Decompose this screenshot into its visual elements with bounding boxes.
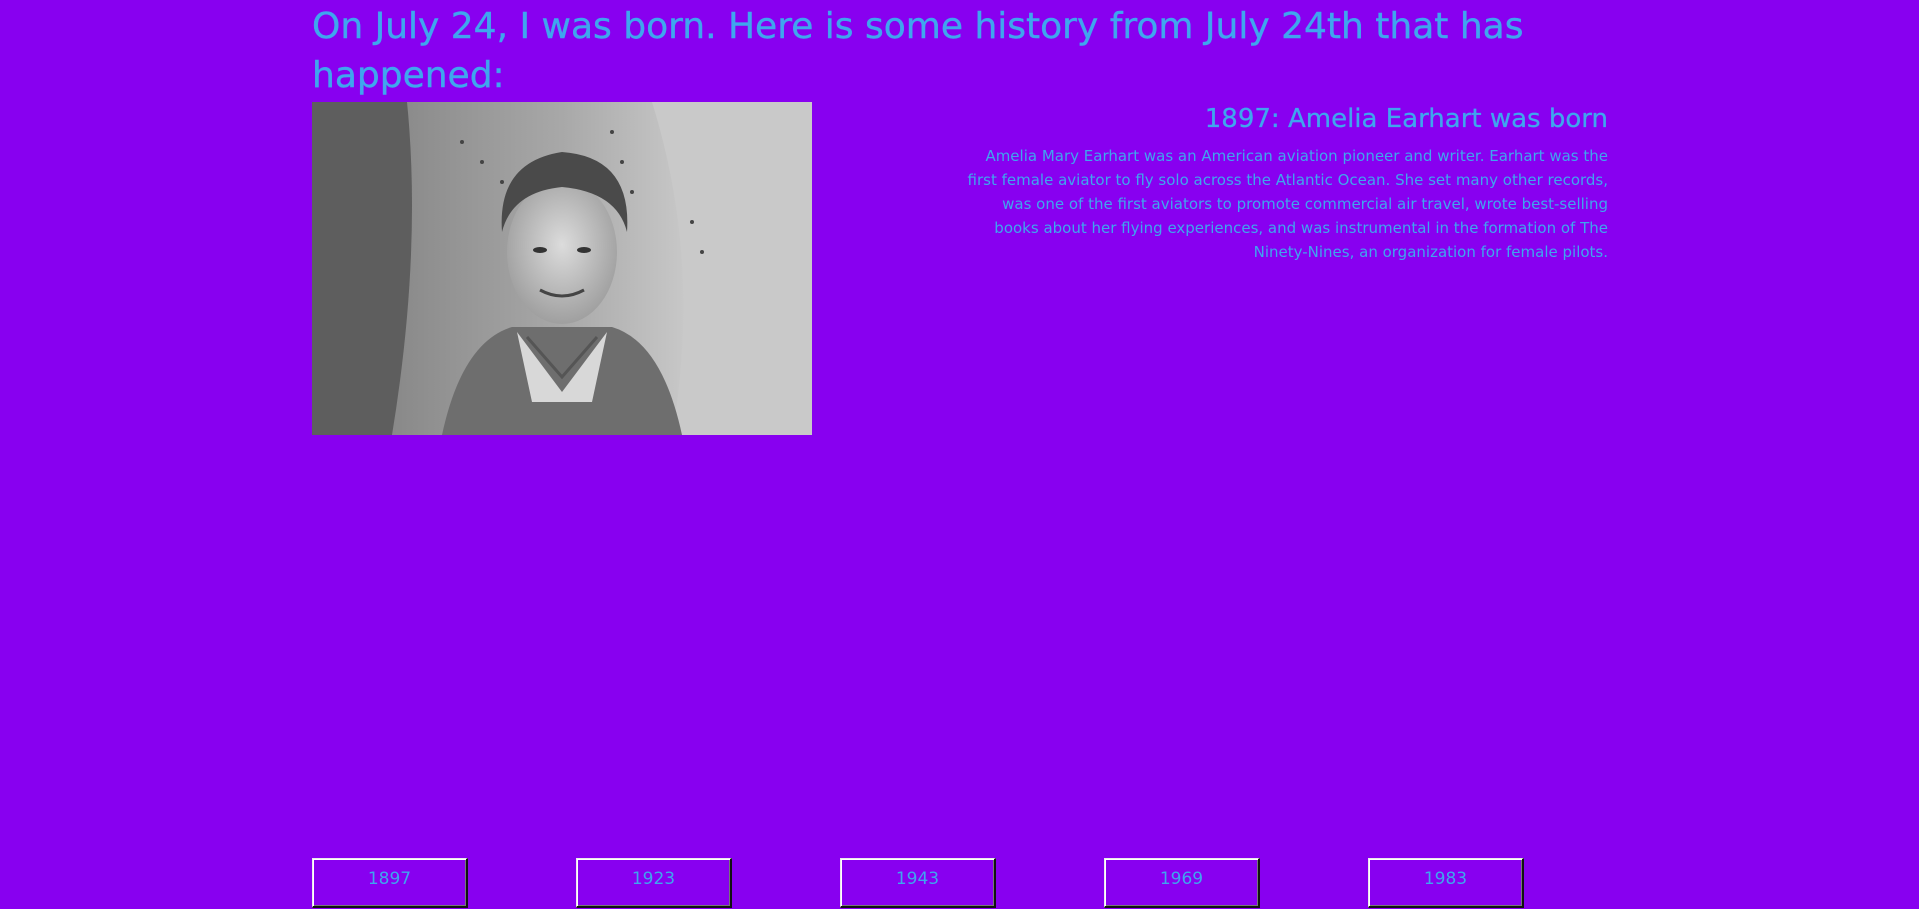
year-button-1983[interactable]: 1983 (1368, 858, 1524, 908)
page-container: On July 24, I was born. Here is some his… (312, 0, 1608, 909)
event-details: 1897: Amelia Earhart was born Amelia Mar… (958, 102, 1609, 264)
year-button-1897[interactable]: 1897 (312, 858, 468, 908)
year-button-1923[interactable]: 1923 (576, 858, 732, 908)
event-photo (312, 102, 812, 435)
event-description: Amelia Mary Earhart was an American avia… (967, 147, 1608, 261)
year-button-1943[interactable]: 1943 (840, 858, 996, 908)
page-title: On July 24, I was born. Here is some his… (312, 6, 1524, 96)
year-button-1969[interactable]: 1969 (1104, 858, 1260, 908)
event-title: 1897: Amelia Earhart was born (1204, 104, 1609, 134)
